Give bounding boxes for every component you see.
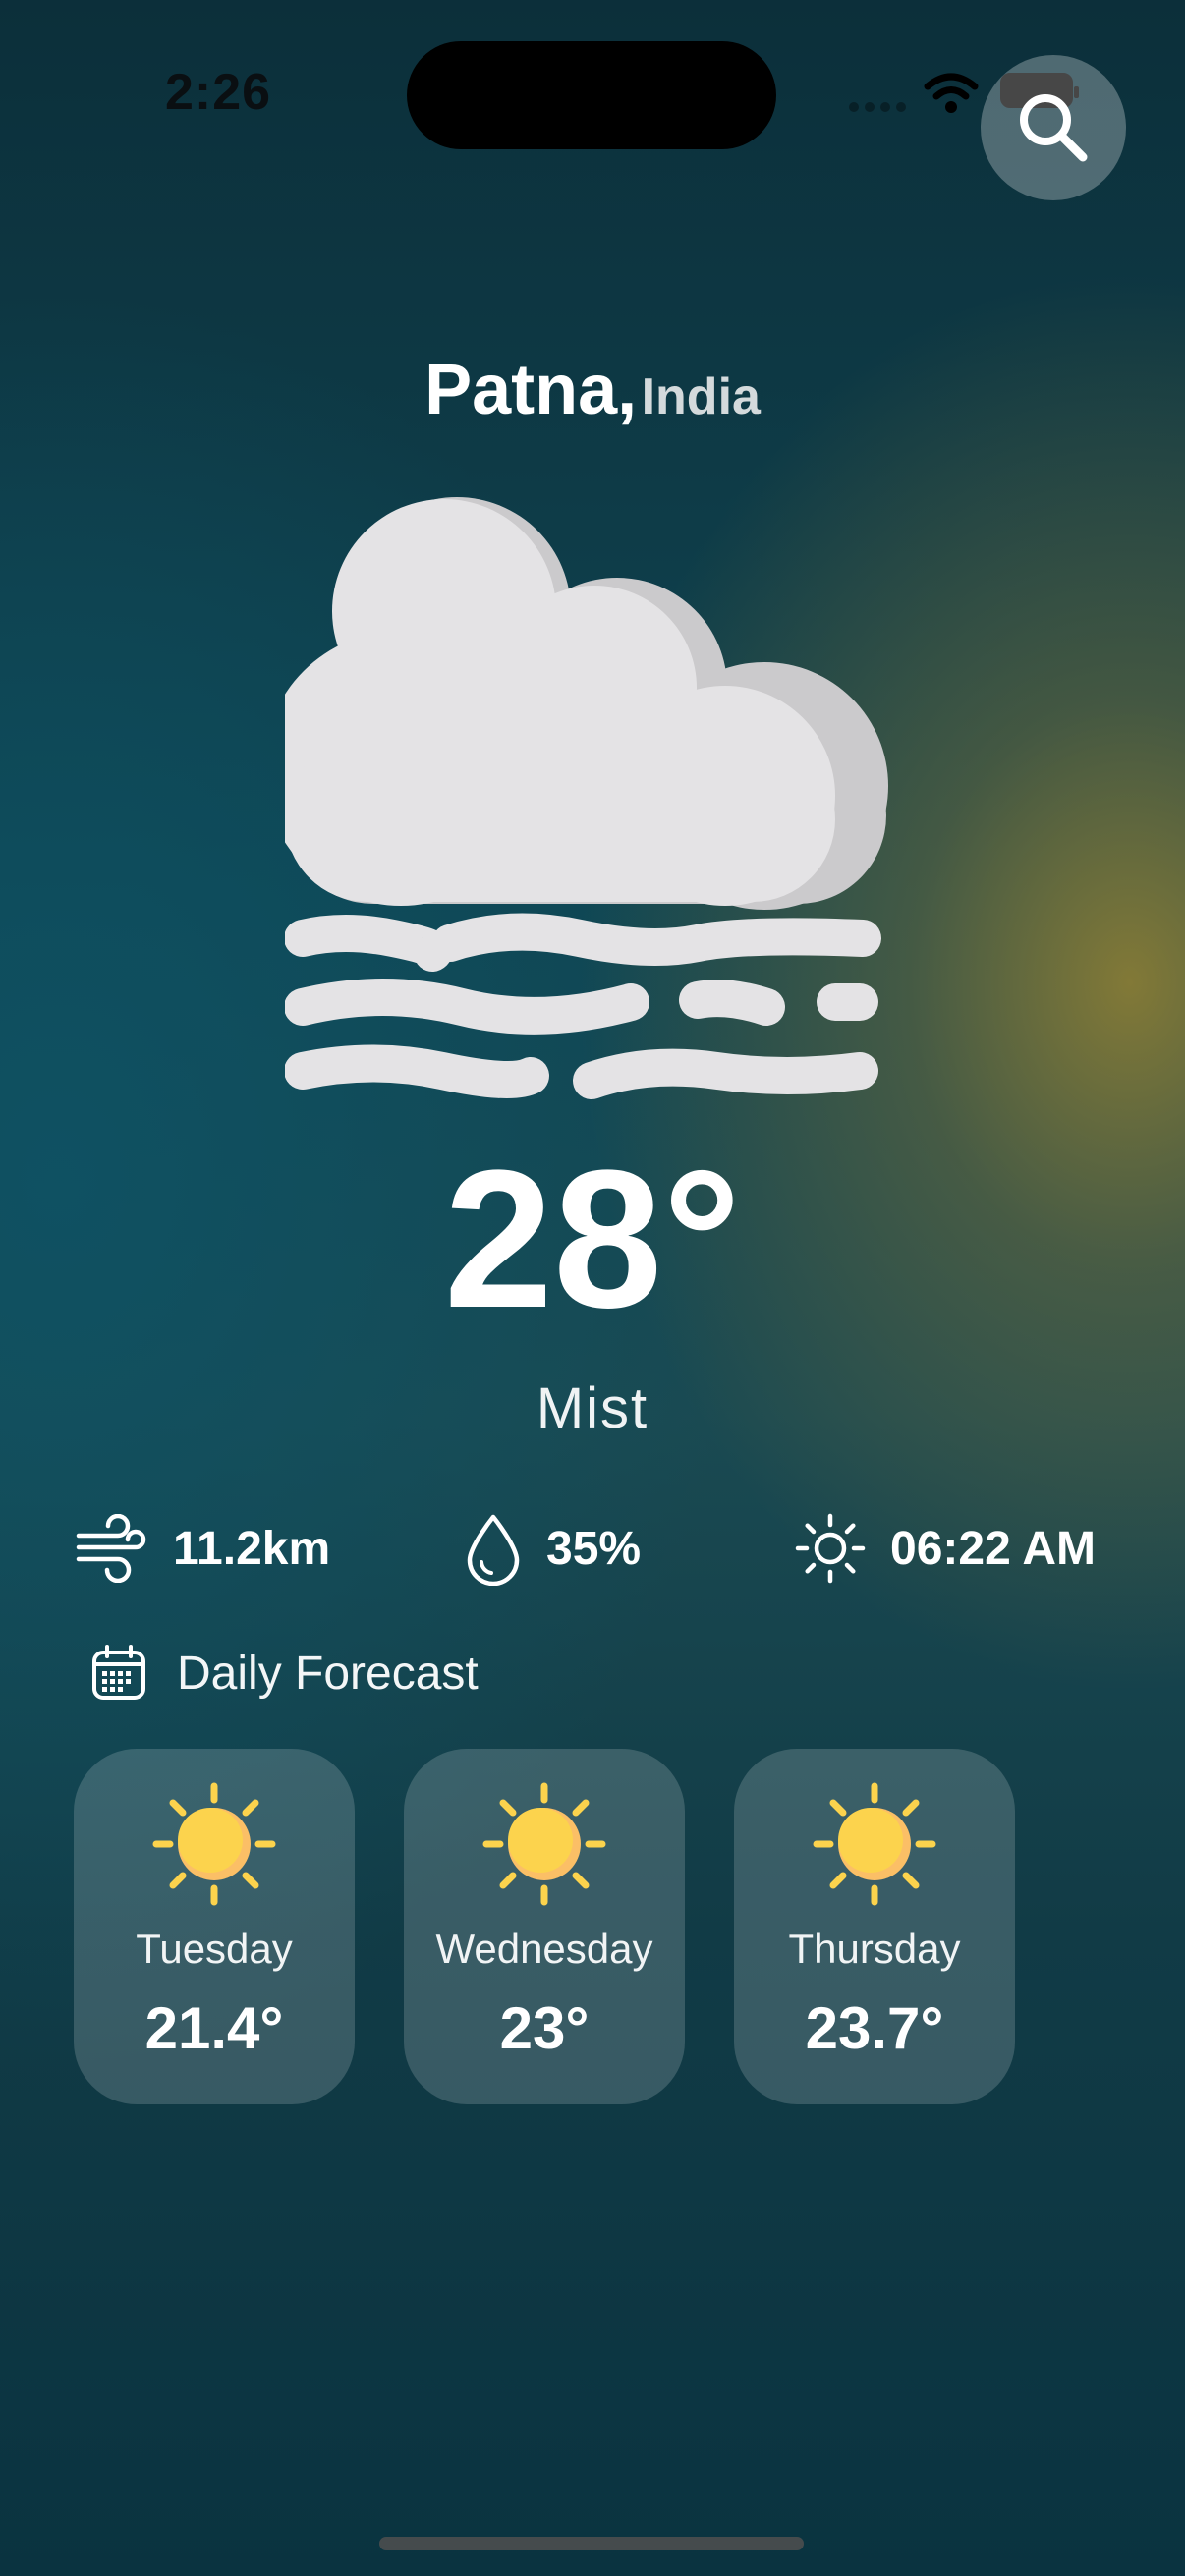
forecast-day: Wednesday bbox=[435, 1926, 653, 1972]
sun-icon bbox=[482, 1782, 606, 1906]
status-time: 2:26 bbox=[165, 64, 272, 121]
weather-condition: Mist bbox=[536, 1376, 649, 1440]
sun-icon bbox=[152, 1782, 276, 1906]
sunrise-stat: 06:22 AM bbox=[794, 1509, 1096, 1588]
wifi-icon bbox=[924, 73, 979, 119]
forecast-temp: 23.7° bbox=[805, 1995, 944, 2061]
wind-stat: 11.2km bbox=[75, 1509, 330, 1588]
forecast-day: Thursday bbox=[788, 1926, 961, 1972]
forecast-temp: 21.4° bbox=[144, 1995, 284, 2061]
daily-forecast-title: Daily Forecast bbox=[177, 1647, 479, 1700]
forecast-temp: 23° bbox=[499, 1995, 590, 2061]
dynamic-island bbox=[407, 41, 776, 149]
forecast-day: Tuesday bbox=[136, 1926, 293, 1972]
current-temperature: 28° bbox=[443, 1130, 742, 1349]
mist-icon bbox=[263, 491, 904, 1125]
wind-value: 11.2km bbox=[173, 1522, 331, 1575]
search-icon bbox=[1020, 94, 1088, 162]
forecast-card-thursday[interactable]: Thursday 23.7° bbox=[734, 1749, 1015, 2104]
droplet-icon bbox=[467, 1514, 520, 1586]
search-button[interactable] bbox=[981, 55, 1126, 200]
cellular-signal-icon bbox=[849, 102, 906, 112]
sunrise-value: 06:22 AM bbox=[890, 1522, 1096, 1575]
sun-icon bbox=[813, 1782, 936, 1906]
country-name: India bbox=[641, 368, 761, 425]
daily-forecast-header: Daily Forecast bbox=[90, 1645, 479, 1702]
city-name: Patna, bbox=[424, 351, 638, 429]
wind-icon bbox=[76, 1514, 146, 1583]
home-indicator[interactable] bbox=[379, 2537, 804, 2550]
location-label: Patna, India bbox=[0, 350, 1185, 430]
calendar-icon bbox=[92, 1645, 145, 1700]
forecast-card-tuesday[interactable]: Tuesday 21.4° bbox=[74, 1749, 355, 2104]
forecast-card-wednesday[interactable]: Wednesday 23° bbox=[404, 1749, 685, 2104]
humidity-value: 35% bbox=[546, 1522, 642, 1575]
sun-outline-icon bbox=[795, 1513, 866, 1584]
humidity-stat: 35% bbox=[464, 1509, 641, 1588]
